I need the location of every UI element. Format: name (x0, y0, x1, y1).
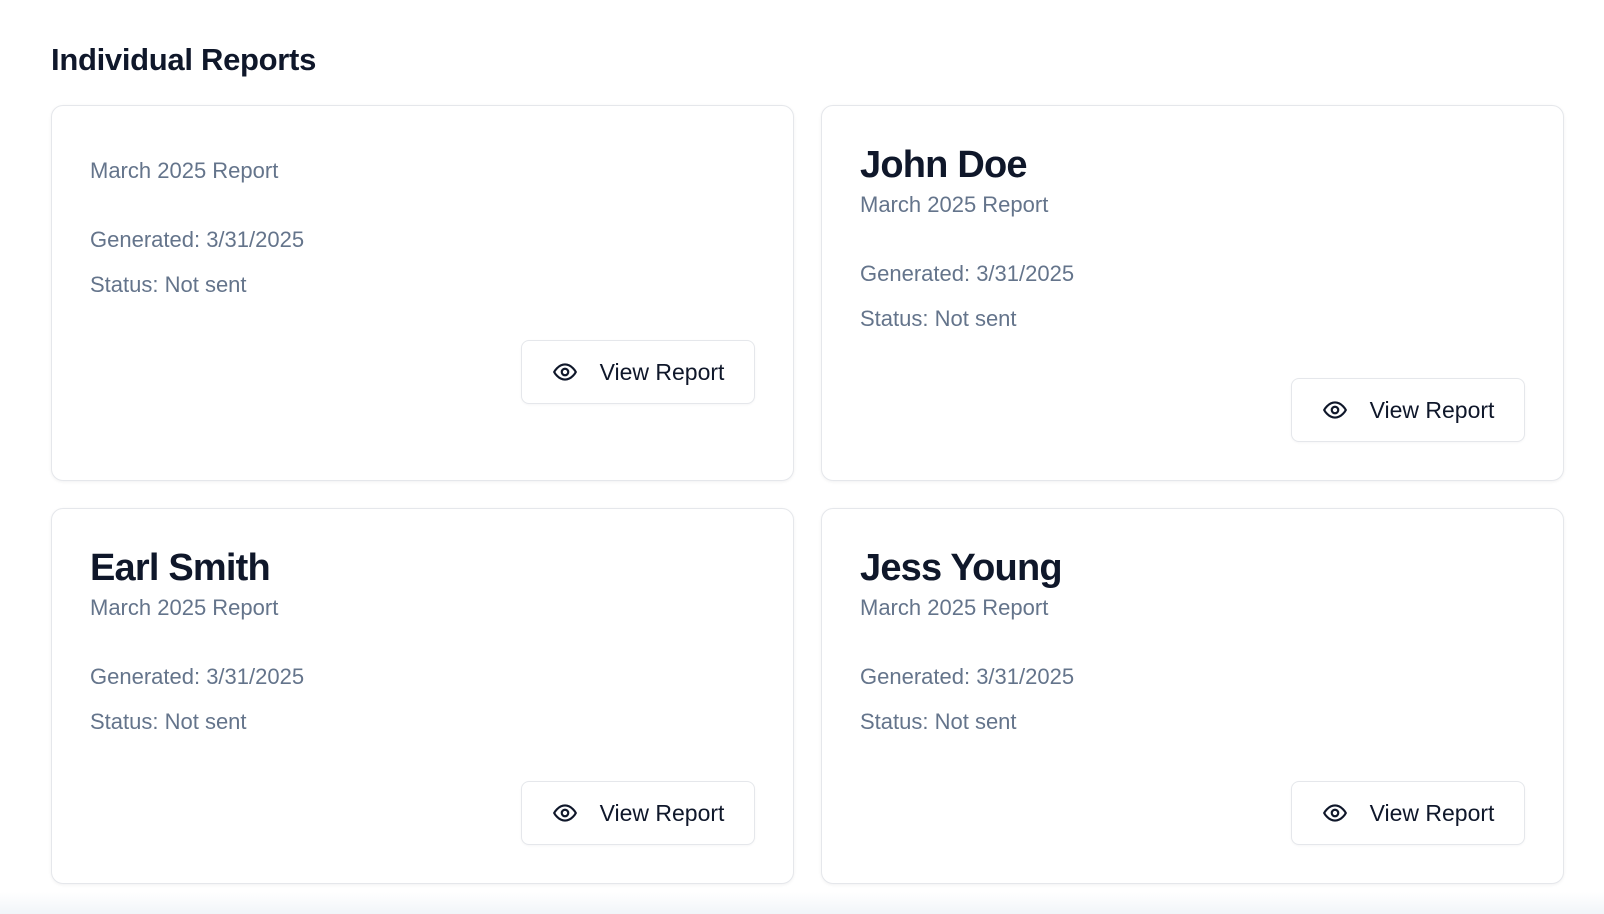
report-card: March 2025 Report Generated: 3/31/2025 S… (51, 105, 794, 481)
report-status: Status: Not sent (860, 709, 1017, 734)
eye-icon (552, 800, 578, 826)
report-person-name: Jess Young (860, 547, 1063, 589)
view-report-label: View Report (1369, 396, 1495, 423)
view-report-label: View Report (599, 799, 725, 826)
report-meta: Generated: 3/31/2025 Status: Not sent (860, 662, 1525, 737)
report-grid: March 2025 Report Generated: 3/31/2025 S… (51, 105, 1575, 884)
section-title: Individual Reports (51, 42, 317, 77)
report-meta: Generated: 3/31/2025 Status: Not sent (90, 225, 755, 300)
view-report-button[interactable]: View Report (521, 340, 755, 404)
report-status: Status: Not sent (90, 709, 247, 734)
view-report-label: View Report (599, 358, 725, 385)
report-status: Status: Not sent (860, 306, 1017, 331)
view-report-button[interactable]: View Report (521, 781, 755, 845)
eye-icon (1322, 397, 1348, 423)
report-period: March 2025 Report (90, 158, 279, 183)
report-period: March 2025 Report (860, 192, 1049, 217)
report-meta: Generated: 3/31/2025 Status: Not sent (860, 259, 1525, 334)
view-report-label: View Report (1369, 799, 1495, 826)
view-report-button[interactable]: View Report (1291, 378, 1525, 442)
report-period: March 2025 Report (90, 595, 279, 620)
report-person-name: Earl Smith (90, 547, 271, 589)
report-card: Jess Young March 2025 Report Generated: … (821, 508, 1564, 884)
report-period: March 2025 Report (860, 595, 1049, 620)
reports-page: Individual Reports March 2025 Report Gen… (0, 0, 1604, 914)
report-meta: Generated: 3/31/2025 Status: Not sent (90, 662, 755, 737)
report-generated-date: Generated: 3/31/2025 (90, 227, 305, 252)
eye-icon (552, 359, 578, 385)
report-generated-date: Generated: 3/31/2025 (90, 664, 305, 689)
report-card: Earl Smith March 2025 Report Generated: … (51, 508, 794, 884)
report-card: John Doe March 2025 Report Generated: 3/… (821, 105, 1564, 481)
report-generated-date: Generated: 3/31/2025 (860, 261, 1075, 286)
report-generated-date: Generated: 3/31/2025 (860, 664, 1075, 689)
eye-icon (1322, 800, 1348, 826)
report-status: Status: Not sent (90, 272, 247, 297)
report-person-name: John Doe (860, 144, 1028, 186)
view-report-button[interactable]: View Report (1291, 781, 1525, 845)
